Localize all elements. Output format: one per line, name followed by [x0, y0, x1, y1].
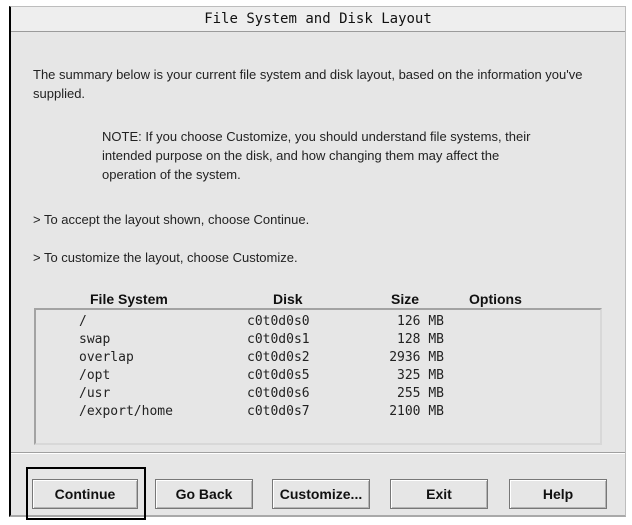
intro-text: The summary below is your current file s…	[33, 67, 583, 101]
cell-size: 2100 MB	[389, 404, 444, 419]
column-header-file-system: File System	[90, 291, 168, 307]
cell-file-system: /usr	[79, 386, 111, 401]
accept-instruction: > To accept the layout shown, choose Con…	[33, 212, 310, 227]
column-header-disk: Disk	[273, 291, 303, 307]
help-button[interactable]: Help	[509, 479, 607, 509]
column-header-options: Options	[469, 291, 522, 307]
customize-instruction: > To customize the layout, choose Custom…	[33, 250, 298, 265]
table-row[interactable]: / c0t0d0s0 126 MB	[36, 314, 600, 332]
table-row[interactable]: /usr c0t0d0s6 255 MB	[36, 386, 600, 404]
cell-disk: c0t0d0s5	[247, 368, 310, 383]
table-row[interactable]: swap c0t0d0s1 128 MB	[36, 332, 600, 350]
file-system-list[interactable]: / c0t0d0s0 126 MB swap c0t0d0s1 128 MB o…	[34, 308, 602, 445]
cell-file-system: /export/home	[79, 404, 173, 419]
cell-file-system: overlap	[79, 350, 134, 365]
cell-size: 126 MB	[397, 314, 444, 329]
column-header-size: Size	[391, 291, 420, 307]
cell-disk: c0t0d0s1	[247, 332, 310, 347]
cell-disk: c0t0d0s6	[247, 386, 310, 401]
table-row[interactable]: /export/home c0t0d0s7 2100 MB	[36, 404, 600, 422]
window-title: File System and Disk Layout	[204, 11, 432, 27]
cell-file-system: /	[79, 314, 87, 329]
dialog-window: File System and Disk Layout The summary …	[9, 6, 626, 520]
cell-file-system: /opt	[79, 368, 111, 383]
continue-button[interactable]: Continue	[32, 479, 138, 509]
cell-disk: c0t0d0s7	[247, 404, 310, 419]
cell-size: 255 MB	[397, 386, 444, 401]
window-titlebar[interactable]: File System and Disk Layout	[11, 7, 625, 32]
customize-button[interactable]: Customize...	[272, 479, 370, 509]
cell-disk: c0t0d0s0	[247, 314, 310, 329]
cell-size: 2936 MB	[389, 350, 444, 365]
note-text: NOTE: If you choose Customize, you shoul…	[102, 129, 531, 182]
button-separator	[11, 452, 625, 454]
table-row[interactable]: /opt c0t0d0s5 325 MB	[36, 368, 600, 386]
go-back-button[interactable]: Go Back	[155, 479, 253, 509]
exit-button[interactable]: Exit	[390, 479, 488, 509]
cell-disk: c0t0d0s2	[247, 350, 310, 365]
cell-size: 128 MB	[397, 332, 444, 347]
cell-size: 325 MB	[397, 368, 444, 383]
cell-file-system: swap	[79, 332, 111, 347]
table-row[interactable]: overlap c0t0d0s2 2936 MB	[36, 350, 600, 368]
